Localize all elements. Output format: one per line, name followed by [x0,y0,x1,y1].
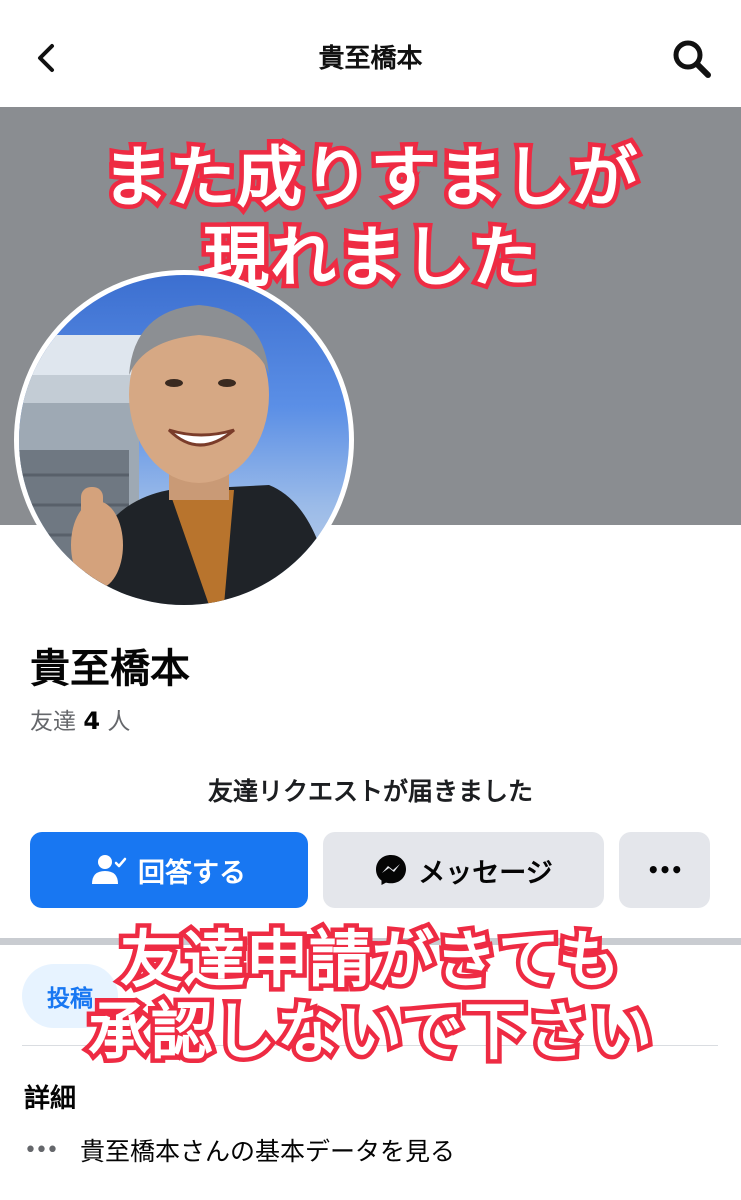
messenger-icon [376,855,407,885]
person-check-icon [92,855,127,884]
overlay-caption-bottom: 友達申請がきても 承認しないで下さい [0,919,741,1072]
overlay-caption-top: また成りすましが 現れました [0,135,741,301]
friend-count[interactable]: 友達 4 人 [30,702,130,736]
details-heading: 詳細 [24,1084,77,1114]
message-button-label: メッセージ [418,857,553,889]
overlay-line: 承認しないで下さい [83,991,656,1072]
profile-avatar[interactable] [14,270,354,610]
overlay-line: また成りすましが [98,135,642,221]
avatar-photo [19,305,334,605]
friends-count-number: 4 [83,707,101,735]
message-button[interactable]: メッセージ [323,832,604,908]
page-title: 貴至橋本 [318,44,423,74]
basic-data-link-label: 貴至橋本さんの基本データを見る [80,1137,456,1166]
search-icon [673,40,711,78]
more-options-button[interactable]: ••• [619,832,710,908]
profile-name: 貴至橋本 [30,646,190,692]
ellipsis-icon: ••• [24,1137,59,1163]
friends-unit: 人 [107,709,131,735]
top-bar: 貴至橋本 [0,0,741,107]
friends-label: 友達 [30,709,76,735]
overlay-line: 友達申請がきても [116,919,625,1000]
friend-request-message: 友達リクエストが届きました [207,777,533,806]
search-button[interactable] [668,36,718,82]
respond-button[interactable]: 回答する [30,832,308,908]
respond-button-label: 回答する [138,857,246,889]
more-icon: ••• [646,858,683,882]
basic-data-link[interactable]: ••• 貴至橋本さんの基本データを見る [24,1132,455,1168]
